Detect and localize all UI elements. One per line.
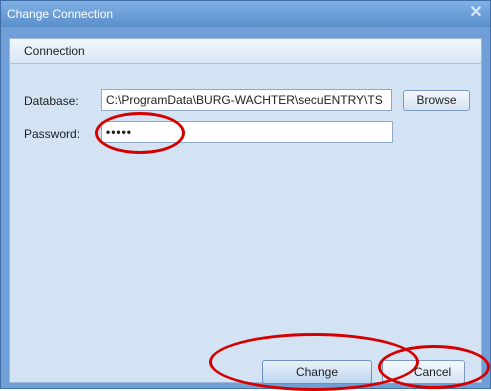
window-title: Change Connection <box>7 7 114 21</box>
change-connection-dialog: Change Connection ✕ Connection Database:… <box>0 0 491 391</box>
group-title: Connection <box>24 44 85 58</box>
database-label: Database: <box>24 94 79 108</box>
database-path-field[interactable]: C:\ProgramData\BURG-WACHTER\secuENTRY\TS <box>101 89 392 111</box>
close-icon[interactable]: ✕ <box>468 4 484 22</box>
password-label: Password: <box>24 127 81 141</box>
browse-button[interactable]: Browse <box>403 90 470 111</box>
cancel-button[interactable]: Cancel <box>382 360 465 384</box>
change-button[interactable]: Change <box>262 360 372 384</box>
password-field[interactable]: ••••• <box>101 121 393 143</box>
title-bar: Change Connection ✕ <box>1 1 490 27</box>
connection-group-header: Connection <box>10 39 481 64</box>
dialog-body: Connection Database: C:\ProgramData\BURG… <box>9 38 482 384</box>
